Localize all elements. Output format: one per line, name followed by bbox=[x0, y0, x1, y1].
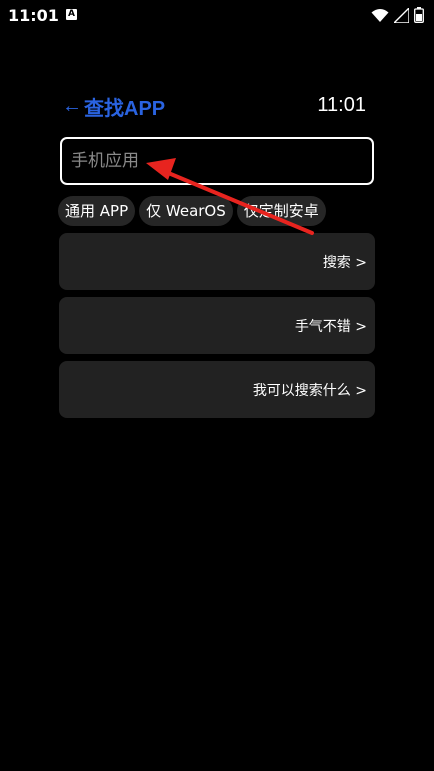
filter-chip-custom-android-only[interactable]: 仅定制安卓 bbox=[236, 196, 326, 226]
status-icons bbox=[371, 7, 424, 23]
notification-a-icon: A bbox=[66, 9, 77, 20]
search-button[interactable]: 搜索 > bbox=[59, 233, 375, 290]
page-title: 查找APP bbox=[84, 98, 166, 120]
filter-chips: 通用 APP 仅 WearOS 仅定制安卓 bbox=[58, 196, 326, 226]
search-input[interactable] bbox=[60, 137, 374, 185]
feeling-lucky-button-label: 手气不错 > bbox=[294, 318, 367, 335]
search-help-button[interactable]: 我可以搜索什么 > bbox=[59, 361, 375, 418]
search-help-button-label: 我可以搜索什么 > bbox=[252, 382, 367, 399]
wifi-icon bbox=[371, 8, 389, 23]
status-bar: 11:01 A bbox=[0, 0, 434, 30]
app-header: ← 查找APP 11:01 bbox=[62, 92, 366, 120]
back-button[interactable]: ← 查找APP bbox=[62, 92, 165, 121]
header-clock: 11:01 bbox=[317, 94, 366, 116]
search-button-label: 搜索 > bbox=[322, 254, 367, 271]
filter-chip-wearos-only[interactable]: 仅 WearOS bbox=[139, 196, 233, 226]
signal-icon bbox=[394, 7, 409, 23]
filter-chip-universal-app[interactable]: 通用 APP bbox=[58, 196, 136, 226]
feeling-lucky-button[interactable]: 手气不错 > bbox=[59, 297, 375, 354]
battery-icon bbox=[414, 7, 424, 23]
back-arrow-icon: ← bbox=[62, 95, 82, 117]
status-time: 11:01 bbox=[8, 6, 59, 25]
